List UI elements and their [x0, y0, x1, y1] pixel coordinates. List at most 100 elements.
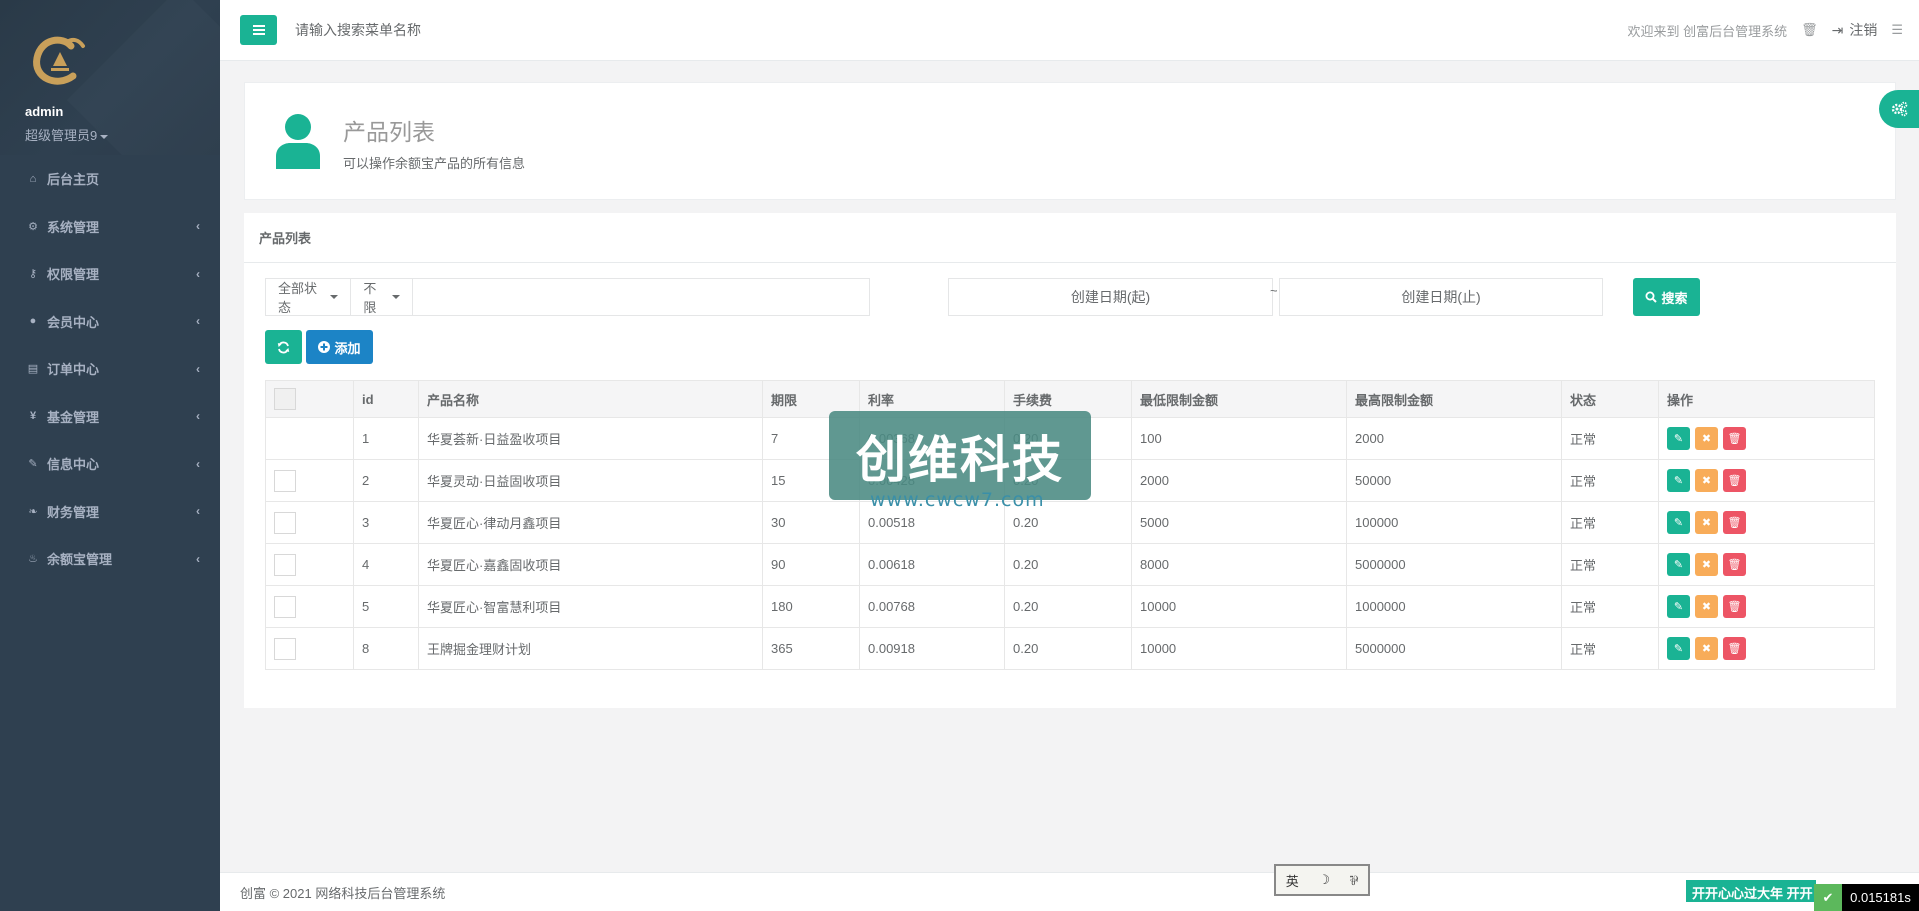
select-all-checkbox[interactable] [274, 388, 296, 410]
row-checkbox[interactable] [274, 469, 296, 492]
trash-icon[interactable]: 🗑 [1801, 22, 1818, 38]
sidebar-item-4[interactable]: ▤ 订单中心 ‹ [0, 345, 220, 393]
row-select-cell [265, 543, 354, 586]
cancel-button[interactable]: ✖ [1695, 427, 1718, 450]
keyword-input[interactable] [412, 278, 871, 316]
trash-icon: 🗑 [1727, 517, 1742, 529]
row-checkbox[interactable] [274, 595, 296, 618]
chevron-left-icon: ‹ [196, 409, 200, 424]
chevron-left-icon: ‹ [196, 314, 200, 329]
delete-button[interactable]: 🗑 [1723, 553, 1746, 576]
card-title: 产品列表 [244, 213, 1896, 263]
sidebar-item-0[interactable]: ⌂ 后台主页 [0, 155, 220, 203]
cell-min: 5000 [1131, 501, 1347, 544]
action-buttons: ✎ ✖ 🗑 [1667, 595, 1866, 618]
sidebar-item-3[interactable]: ● 会员中心 ‹ [0, 298, 220, 346]
sidebar-item-label: 余额宝管理 [47, 552, 113, 568]
date-start-input[interactable]: 创建日期(起) [948, 278, 1273, 316]
cell-term: 30 [762, 501, 860, 544]
sidebar-item-label: 基金管理 [47, 409, 100, 425]
ime-mode-label[interactable]: 英 [1286, 871, 1299, 890]
times-icon: ✖ [1701, 433, 1712, 445]
row-actions: ✎ ✖ 🗑 [1658, 417, 1875, 460]
sidebar-item-5[interactable]: ¥ 基金管理 ‹ [0, 393, 220, 441]
trash-icon: 🗑 [1727, 475, 1742, 487]
top-right-menu: 欢迎来到 创富后台管理系统 🗑 ⇥ 注销 ☰ [1613, 0, 1903, 60]
logout-link[interactable]: ⇥ 注销 [1832, 20, 1878, 40]
edit-button[interactable]: ✎ [1667, 637, 1690, 660]
cell-rate: 0.00618 [859, 543, 1005, 586]
chevron-left-icon: ‹ [196, 504, 200, 519]
moon-icon[interactable]: ☽ [1318, 873, 1330, 888]
edit-button[interactable]: ✎ [1667, 553, 1690, 576]
cancel-button[interactable]: ✖ [1695, 595, 1718, 618]
pencil-icon: ✎ [1673, 601, 1684, 613]
delete-button[interactable]: 🗑 [1723, 427, 1746, 450]
cell-fee: 0.20 [1004, 543, 1132, 586]
edit-button[interactable]: ✎ [1667, 595, 1690, 618]
search-button[interactable]: 搜索 [1633, 278, 1700, 316]
sidebar-item-label: 订单中心 [47, 362, 100, 378]
cell-rate: 0.00918 [859, 627, 1005, 670]
edit-button[interactable]: ✎ [1667, 469, 1690, 492]
cell-id: 2 [353, 459, 419, 502]
ime-settings-icon[interactable]: ⅌ [1350, 871, 1359, 889]
date-end-input[interactable]: 创建日期(止) [1279, 278, 1603, 316]
sidebar-item-label: 权限管理 [47, 267, 100, 283]
row-checkbox[interactable] [274, 637, 296, 660]
cell-name: 华夏灵动·日益固收项目 [418, 459, 763, 502]
row-checkbox[interactable] [274, 511, 296, 534]
table-row: 8 王牌掘金理财计划 365 0.00918 0.20 10000 5000000 正常 ✎ ✖ 🗑 [265, 627, 1875, 670]
search-button-label: 搜索 [1661, 290, 1688, 306]
status-filter-dropdown[interactable]: 全部状态 [265, 278, 352, 316]
cancel-button[interactable]: ✖ [1695, 469, 1718, 492]
ime-toolbar[interactable]: 英 ☽ ⅌ [1274, 864, 1370, 896]
cell-status: 正常 [1561, 585, 1659, 628]
delete-button[interactable]: 🗑 [1723, 637, 1746, 660]
delete-button[interactable]: 🗑 [1723, 511, 1746, 534]
sidebar-item-2[interactable]: ⚷ 权限管理 ‹ [0, 250, 220, 298]
cancel-button[interactable]: ✖ [1695, 511, 1718, 534]
filter-group: 全部状态 不限 [265, 278, 871, 316]
delete-button[interactable]: 🗑 [1723, 469, 1746, 492]
edit-button[interactable]: ✎ [1667, 511, 1690, 534]
pencil-icon: ✎ [1673, 643, 1684, 655]
row-select-cell [265, 627, 354, 670]
sidebar-item-7[interactable]: ❧ 财务管理 ‹ [0, 488, 220, 536]
menu-search-input[interactable]: 请输入搜索菜单名称 [295, 20, 421, 40]
menu-toggle-button[interactable] [240, 15, 277, 45]
row-actions: ✎ ✖ 🗑 [1658, 543, 1875, 586]
chevron-left-icon: ‹ [196, 456, 200, 471]
profile-role-dropdown[interactable]: 超级管理员9 [25, 125, 195, 144]
gears-icon: ⚙ [28, 220, 38, 233]
sidebar-item-1[interactable]: ⚙ 系统管理 ‹ [0, 203, 220, 251]
cancel-button[interactable]: ✖ [1695, 637, 1718, 660]
col-actions: 操作 [1658, 380, 1875, 418]
tasks-icon[interactable]: ☰ [1891, 22, 1903, 38]
cell-min: 8000 [1131, 543, 1347, 586]
col-id: id [353, 380, 419, 418]
sidebar-item-label: 财务管理 [47, 504, 100, 520]
cell-fee: 0.20 [1004, 627, 1132, 670]
theme-settings-button[interactable] [1879, 90, 1919, 128]
add-button[interactable]: 添加 [306, 330, 373, 364]
cell-min: 10000 [1131, 585, 1347, 628]
yen-icon: ¥ [29, 410, 37, 423]
times-icon: ✖ [1701, 517, 1712, 529]
cell-max: 2000 [1346, 417, 1562, 460]
cell-fee: 0.20 [1004, 585, 1132, 628]
sidebar-item-8[interactable]: ♨ 余额宝管理 ‹ [0, 535, 220, 583]
edit-button[interactable]: ✎ [1667, 427, 1690, 450]
row-checkbox[interactable] [274, 553, 296, 576]
limit-filter-dropdown[interactable]: 不限 [351, 278, 413, 316]
sidebar-item-6[interactable]: ✎ 信息中心 ‹ [0, 440, 220, 488]
cell-status: 正常 [1561, 543, 1659, 586]
chevron-left-icon: ‹ [196, 551, 200, 566]
times-icon: ✖ [1701, 601, 1712, 613]
row-actions: ✎ ✖ 🗑 [1658, 459, 1875, 502]
cancel-button[interactable]: ✖ [1695, 553, 1718, 576]
refresh-button[interactable] [265, 330, 302, 364]
delete-button[interactable]: 🗑 [1723, 595, 1746, 618]
home-icon: ⌂ [29, 172, 37, 185]
logout-label: 注销 [1849, 22, 1878, 38]
